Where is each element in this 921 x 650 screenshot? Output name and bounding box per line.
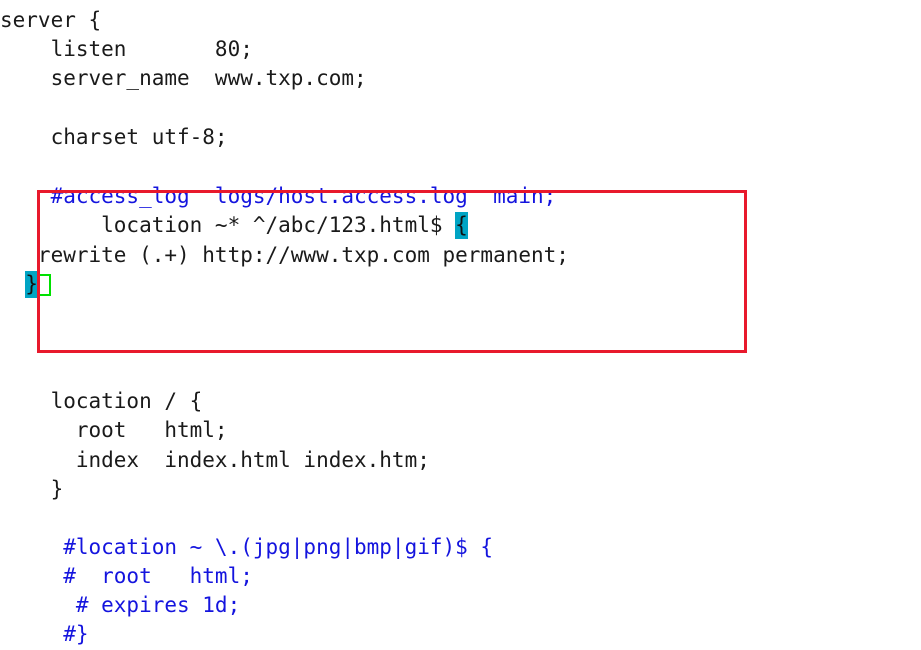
code-line[interactable]: #} — [0, 620, 88, 649]
code-text: # expires 1d; — [0, 593, 241, 617]
code-line[interactable]: charset utf-8; — [0, 123, 228, 152]
code-text: location / { — [0, 389, 203, 413]
code-line[interactable]: server { — [0, 6, 101, 35]
code-line[interactable]: location ~* ^/abc/123.html$ { — [0, 211, 468, 240]
code-text: #access_log logs/host.access.log main; — [0, 184, 557, 208]
code-line[interactable]: index index.html index.htm; — [0, 446, 430, 475]
code-line[interactable]: } — [0, 475, 64, 504]
code-text: } — [0, 477, 64, 501]
code-line[interactable]: } — [0, 270, 51, 299]
code-text: server { — [0, 8, 102, 32]
code-line[interactable]: # root html; — [0, 562, 253, 591]
code-text: root html; — [0, 418, 228, 442]
editor-canvas[interactable]: server { listen 80; server_name www.txp.… — [0, 0, 921, 646]
code-text: location ~* ^/abc/123.html$ — [0, 213, 456, 237]
code-text: charset utf-8; — [0, 125, 228, 149]
code-text: # root html; — [0, 564, 253, 588]
code-line[interactable]: root html; — [0, 416, 228, 445]
code-line[interactable]: server_name www.txp.com; — [0, 64, 367, 93]
code-text: rewrite (.+) http://www.txp.com permanen… — [0, 243, 569, 267]
code-text: #location ~ \.(jpg|png|bmp|gif)$ { — [0, 535, 494, 559]
text-cursor — [37, 274, 51, 296]
code-line[interactable]: #location ~ \.(jpg|png|bmp|gif)$ { — [0, 533, 493, 562]
code-line[interactable]: # expires 1d; — [0, 591, 240, 620]
code-line[interactable]: location / { — [0, 387, 203, 416]
matching-brace-highlight: { — [455, 212, 468, 239]
code-line[interactable]: #access_log logs/host.access.log main; — [0, 182, 557, 211]
code-text-layer[interactable]: server { listen 80; server_name www.txp.… — [0, 0, 921, 646]
code-line[interactable]: listen 80; — [0, 35, 253, 64]
code-text: index index.html index.htm; — [0, 448, 430, 472]
code-line[interactable]: rewrite (.+) http://www.txp.com permanen… — [0, 241, 569, 270]
matching-brace-highlight: } — [25, 271, 38, 298]
code-text: server_name www.txp.com; — [0, 66, 367, 90]
code-text: listen 80; — [0, 37, 253, 61]
